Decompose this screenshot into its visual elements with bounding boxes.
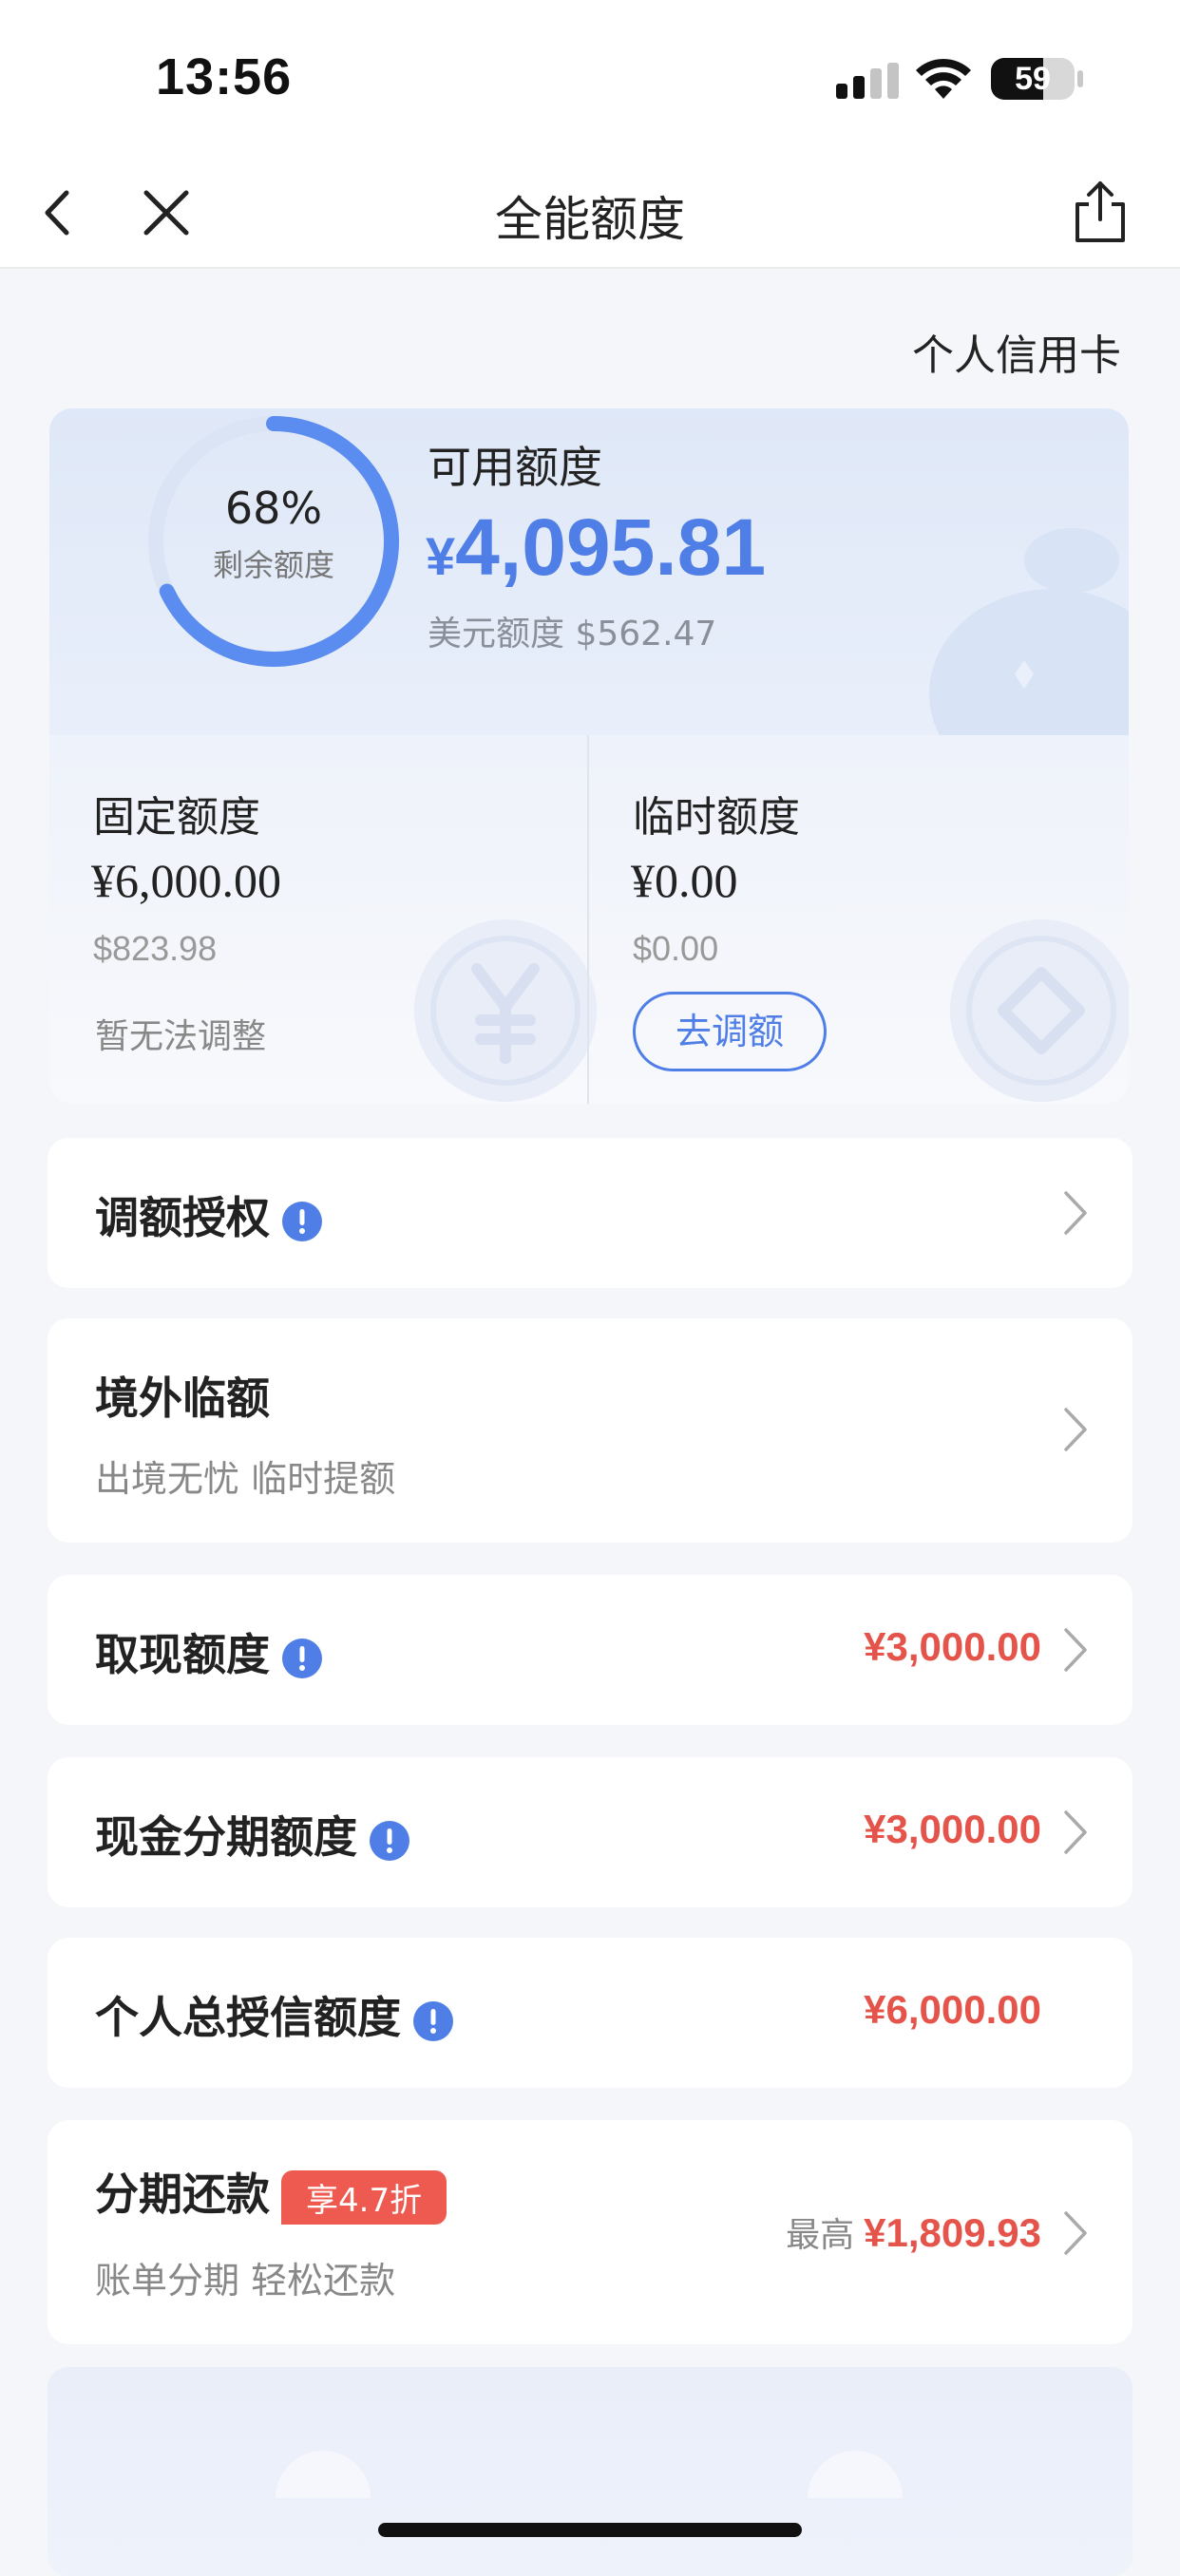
cash-installment-card[interactable]: 现金分期额度 ¥3,000.00 bbox=[48, 1757, 1132, 1907]
total-credit-card: 个人总授信额度 ¥6,000.00 bbox=[48, 1938, 1132, 2088]
promo-decoration bbox=[808, 2451, 903, 2498]
chevron-right-icon bbox=[1064, 1408, 1087, 1451]
cash-installment-card-title: 现金分期额度 bbox=[95, 1803, 410, 1866]
adjust-credit-button[interactable]: 去调额 bbox=[633, 992, 827, 1071]
diamond-coin-decoration bbox=[950, 919, 1129, 1102]
installment-card-title: 分期还款 享4.7折 bbox=[95, 2160, 447, 2225]
cash-installment-card-label: 现金分期额度 bbox=[95, 1811, 357, 1863]
battery-level: 59 bbox=[1015, 61, 1051, 97]
info-icon[interactable] bbox=[281, 1201, 323, 1242]
overseas-card[interactable]: 境外临额 出境无忧 临时提额 bbox=[48, 1318, 1132, 1543]
total-credit-card-value: ¥6,000.00 bbox=[864, 1987, 1041, 2032]
available-amount: ¥4,095.81 bbox=[426, 502, 766, 594]
total-credit-card-label: 个人总授信额度 bbox=[95, 1992, 401, 2043]
overseas-card-subtitle: 出境无忧 临时提额 bbox=[95, 1458, 396, 1500]
info-icon[interactable] bbox=[369, 1820, 410, 1862]
remaining-percent: 68% bbox=[224, 483, 323, 534]
status-bar: 13:56 59 bbox=[0, 0, 1180, 157]
installment-card[interactable]: 分期还款 享4.7折 账单分期 轻松还款 最高 ¥1,809.93 bbox=[48, 2120, 1132, 2344]
installment-card-subtitle: 账单分期 轻松还款 bbox=[95, 2260, 396, 2301]
info-icon[interactable] bbox=[412, 2000, 454, 2042]
installment-card-value: ¥1,809.93 bbox=[864, 2210, 1041, 2255]
share-icon[interactable] bbox=[1070, 178, 1131, 246]
status-time: 13:56 bbox=[156, 48, 293, 105]
auth-card[interactable]: 调额授权 bbox=[48, 1138, 1132, 1288]
fixed-credit-amount: ¥6,000.00 bbox=[91, 854, 281, 907]
fixed-credit-note: 暂无法调整 bbox=[95, 1017, 267, 1056]
overseas-card-title: 境外临额 bbox=[95, 1373, 270, 1424]
card-type-label[interactable]: 个人信用卡 bbox=[912, 321, 1121, 382]
promo-card bbox=[48, 2367, 1132, 2576]
battery-icon: 59 bbox=[991, 58, 1075, 100]
temp-credit-usd: $0.00 bbox=[633, 929, 719, 968]
chevron-right-icon bbox=[1064, 2211, 1087, 2255]
usd-credit: 美元额度 $562.47 bbox=[428, 606, 716, 655]
available-title: 可用额度 bbox=[428, 442, 602, 493]
remaining-label: 剩余额度 bbox=[212, 547, 334, 583]
nav-bar: 全能额度 bbox=[0, 157, 1180, 269]
installment-card-label: 分期还款 bbox=[95, 2169, 270, 2220]
credit-breakdown: 固定额度 ¥6,000.00 $823.98 暂无法调整 临时额度 ¥0.00 … bbox=[49, 735, 1129, 1104]
page-title: 全能额度 bbox=[495, 192, 685, 247]
info-icon[interactable] bbox=[281, 1638, 323, 1679]
credit-panel: 68% 剩余额度 可用额度 ¥4,095.81 美元额度 $562.47 固定额… bbox=[49, 408, 1129, 1104]
chevron-right-icon bbox=[1064, 1810, 1087, 1854]
installment-card-value-row: 最高 ¥1,809.93 bbox=[786, 2207, 1041, 2257]
money-bag-decoration bbox=[929, 528, 1129, 735]
installment-max-prefix: 最高 bbox=[786, 2215, 855, 2254]
auth-card-label: 调额授权 bbox=[95, 1192, 270, 1243]
chevron-right-icon bbox=[1064, 1191, 1087, 1235]
available-value: 4,095.81 bbox=[455, 502, 767, 592]
temp-credit-title: 临时额度 bbox=[633, 793, 800, 842]
discount-badge: 享4.7折 bbox=[281, 2170, 447, 2225]
usd-label: 美元额度 bbox=[428, 615, 565, 653]
cash-card[interactable]: 取现额度 ¥3,000.00 bbox=[48, 1575, 1132, 1725]
usd-amount: $562.47 bbox=[575, 615, 717, 653]
signal-icon bbox=[836, 63, 899, 99]
column-divider bbox=[587, 735, 589, 1104]
cash-card-title: 取现额度 bbox=[95, 1620, 323, 1683]
fixed-credit-usd: $823.98 bbox=[93, 929, 218, 968]
promo-decoration bbox=[276, 2451, 371, 2498]
temp-credit-amount: ¥0.00 bbox=[631, 854, 738, 907]
yen-coin-decoration bbox=[414, 919, 597, 1102]
auth-card-title: 调额授权 bbox=[95, 1184, 323, 1246]
available-currency: ¥ bbox=[426, 526, 456, 586]
available-credit-section: 68% 剩余额度 可用额度 ¥4,095.81 美元额度 $562.47 bbox=[49, 408, 1129, 735]
home-indicator[interactable] bbox=[378, 2523, 802, 2537]
total-credit-card-title: 个人总授信额度 bbox=[95, 1983, 454, 2046]
chevron-right-icon bbox=[1064, 1628, 1087, 1672]
fixed-credit-title: 固定额度 bbox=[93, 793, 260, 842]
cash-card-label: 取现额度 bbox=[95, 1629, 270, 1680]
wifi-icon bbox=[916, 58, 971, 99]
cash-card-value: ¥3,000.00 bbox=[864, 1624, 1041, 1669]
cash-installment-card-value: ¥3,000.00 bbox=[864, 1807, 1041, 1851]
